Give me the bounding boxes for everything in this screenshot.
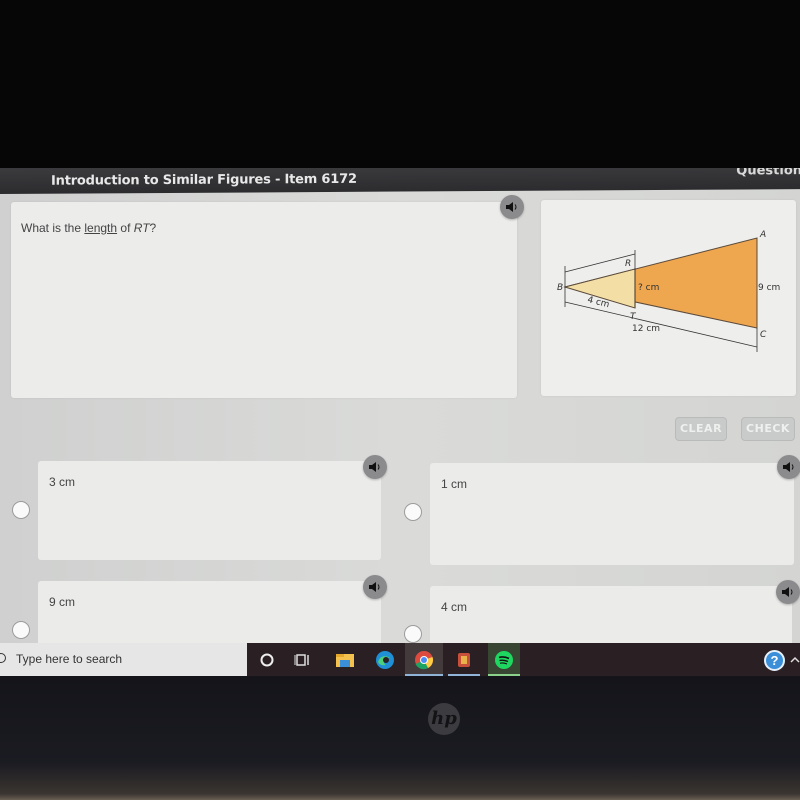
option-label: 4 cm	[441, 600, 468, 614]
option-c-radio[interactable]	[12, 621, 30, 639]
vertex-a: A	[759, 230, 766, 240]
question-text: What is the length of RT?	[21, 221, 156, 235]
task-view-icon[interactable]	[291, 648, 315, 672]
question-suffix: ?	[149, 221, 157, 235]
speaker-icon	[369, 582, 380, 592]
option-label: 3 cm	[49, 475, 76, 489]
help-icon[interactable]: ?	[764, 650, 785, 671]
check-button[interactable]: CHECK	[741, 417, 795, 441]
taskbar: Type here to search ?	[0, 643, 800, 676]
answer-option-a[interactable]: 3 cm	[38, 461, 381, 560]
option-label: 9 cm	[49, 595, 76, 609]
school-app-icon[interactable]	[452, 648, 476, 672]
title-bar: Introduction to Similar Figures - Item 6…	[0, 168, 800, 194]
question-audio-button[interactable]	[500, 195, 524, 219]
question-panel: What is the length of RT?	[11, 202, 517, 398]
option-d-audio-button[interactable]	[776, 580, 800, 604]
speaker-icon	[369, 462, 380, 472]
option-a-radio[interactable]	[12, 501, 30, 519]
search-placeholder: Type here to search	[16, 652, 123, 666]
question-prefix: What is the	[21, 221, 85, 235]
vertex-t: T	[630, 312, 637, 322]
clear-button[interactable]: CLEAR	[675, 417, 727, 441]
vertex-b: B	[557, 283, 563, 293]
screen: Introduction to Similar Figures - Item 6…	[0, 168, 800, 676]
speaker-icon	[506, 202, 517, 212]
taskbar-search-box[interactable]: Type here to search	[0, 643, 247, 676]
vertex-c: C	[760, 330, 767, 340]
option-c-audio-button[interactable]	[363, 575, 387, 599]
option-label: 1 cm	[441, 477, 468, 491]
spotify-icon[interactable]	[492, 648, 516, 672]
chevron-up-icon[interactable]	[789, 655, 800, 665]
background-doodles	[40, 396, 680, 456]
page-title: Introduction to Similar Figures - Item 6…	[51, 171, 357, 189]
option-d-radio[interactable]	[404, 625, 422, 643]
vertex-r: R	[625, 259, 631, 269]
cortana-icon[interactable]	[255, 648, 279, 672]
question-counter-label: Question	[736, 168, 800, 179]
option-b-audio-button[interactable]	[777, 455, 800, 479]
hp-logo: hp	[428, 703, 460, 735]
speaker-icon	[783, 462, 794, 472]
option-b-radio[interactable]	[404, 503, 422, 521]
label-unknown: ? cm	[638, 283, 659, 293]
edge-icon[interactable]	[373, 648, 397, 672]
speaker-icon	[782, 587, 793, 597]
figure-panel: A B C R T ? cm 9 cm 4 cm 12 cm	[541, 200, 796, 396]
answer-option-b[interactable]: 1 cm	[430, 463, 794, 565]
monitor-bezel-bottom: hp	[0, 676, 800, 800]
label-ac: 9 cm	[758, 283, 780, 293]
similar-triangles-figure: A B C R T ? cm 9 cm 4 cm 12 cm	[557, 230, 780, 352]
segment-name: RT	[133, 221, 150, 235]
monitor-bezel-top	[0, 0, 800, 168]
label-bc: 12 cm	[632, 324, 660, 334]
option-a-audio-button[interactable]	[363, 455, 387, 479]
question-middle: of	[117, 221, 134, 235]
search-icon	[0, 653, 6, 663]
chrome-icon[interactable]	[412, 648, 436, 672]
glossary-term-link[interactable]: length	[84, 221, 117, 235]
file-explorer-icon[interactable]	[333, 648, 357, 672]
